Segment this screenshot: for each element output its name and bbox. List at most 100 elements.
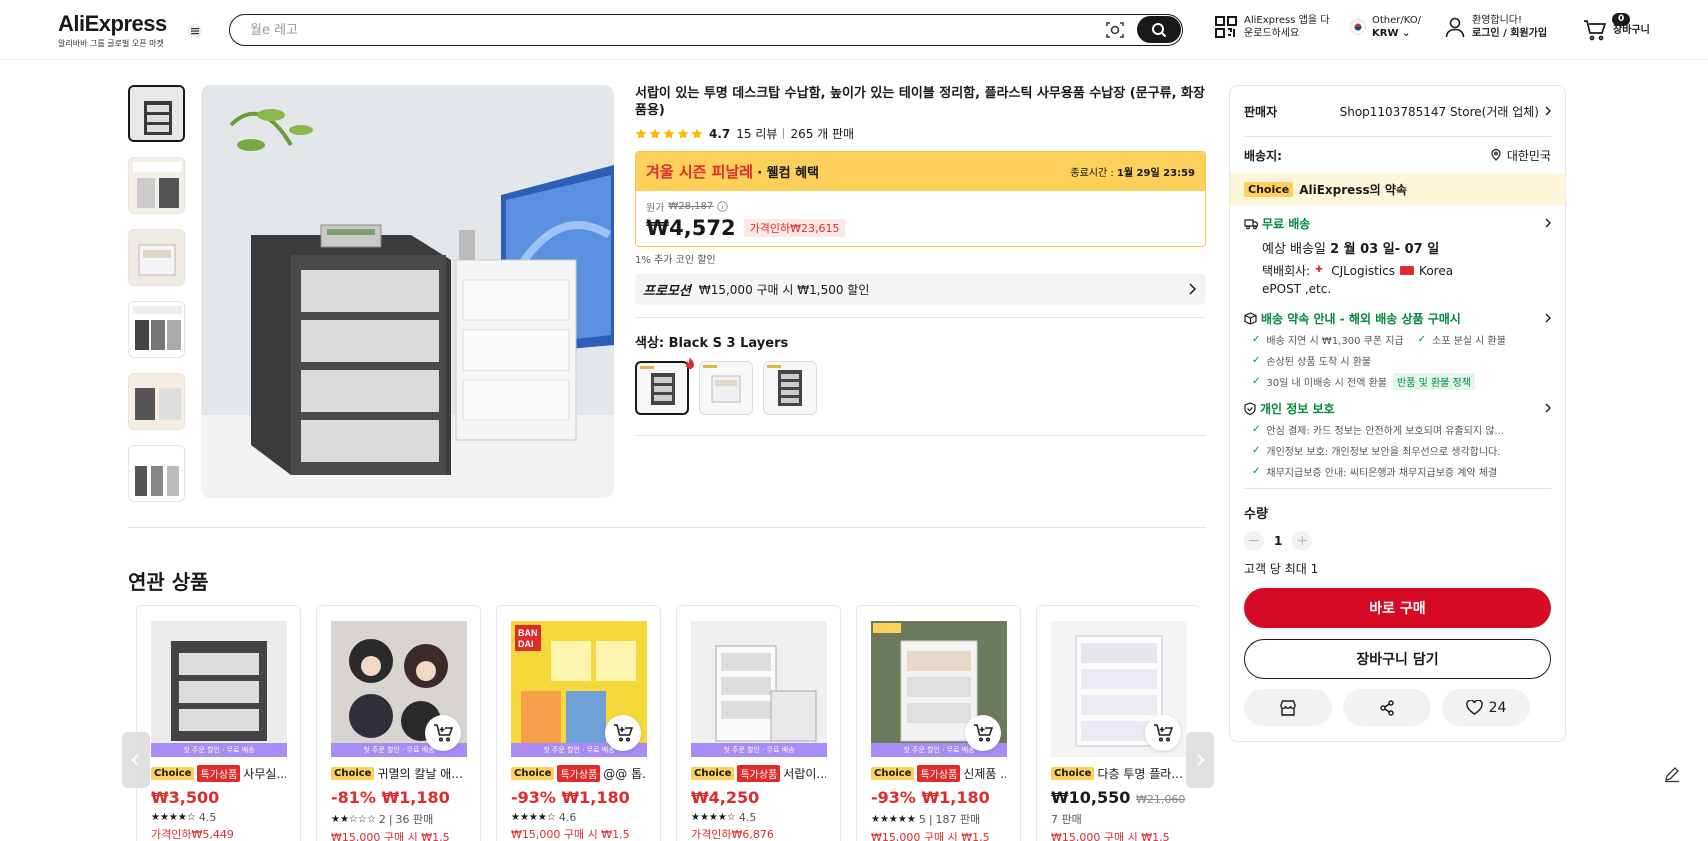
- star-icon: [663, 128, 675, 139]
- thumbnail-6[interactable]: [128, 445, 185, 502]
- product-card[interactable]: BANDAI 첫 주문 할인 · 무료 배송 Choice특가상품@@ 톱...…: [496, 605, 661, 841]
- color-option-white[interactable]: [699, 361, 753, 415]
- add-to-cart-icon-button[interactable]: [965, 715, 1001, 751]
- search-icon: [1152, 22, 1167, 37]
- carousel-next-button[interactable]: [1186, 732, 1214, 788]
- chevron-right-icon: [1545, 218, 1551, 228]
- store-button[interactable]: [1244, 689, 1332, 726]
- add-to-cart-icon-button[interactable]: [425, 715, 461, 751]
- product-card[interactable]: 첫 주문 할인 · 무료 배송 Choice 귀멸의 칼날 애... -81% ₩…: [316, 605, 481, 841]
- deal-box: 겨울 시즌 피날레 · 웰컴 혜택 종료시간 : 1월 29일 23:59 원가…: [635, 151, 1206, 247]
- divider: [635, 435, 1206, 436]
- card-promo: 가격인하₩5,449: [151, 828, 234, 841]
- ship-to-row[interactable]: 배송지: 대한민국: [1230, 137, 1565, 173]
- account-link[interactable]: 환영합니다! 로그인 / 회원가입: [1444, 14, 1547, 40]
- price-area: 원가 ₩28,187 ₩4,572 가격인하₩23,615: [636, 191, 1205, 246]
- thumbnail-5[interactable]: [128, 373, 185, 430]
- choice-tag: Choice: [511, 767, 555, 780]
- card-band: 첫 주문 할인 · 무료 배송: [691, 743, 827, 757]
- aliexpress-logo[interactable]: AliExpress 알리바바 그룹 글로벌 오픈 마켓: [58, 11, 167, 49]
- add-to-cart-button[interactable]: 장바구니 담기: [1244, 639, 1551, 679]
- seller-row[interactable]: 판매자 Shop1103785147 Store(거래 업체): [1230, 86, 1565, 136]
- product-card[interactable]: 첫 주문 할인 · 무료 배송 Choice특가상품신제품 ... -93% ₩…: [856, 605, 1021, 841]
- privacy-item: ✓ 채무지급보증 안내: 씨티은행과 채무지급보증 계약 체결: [1252, 466, 1498, 479]
- card-stars: ★★★★☆: [511, 812, 556, 823]
- related-products-carousel: 첫 주문 할인 · 무료 배송 Choice 특가상품 사무실... ₩3,500 …: [136, 605, 1199, 841]
- region-selector[interactable]: Other/KO/KRW ⌄: [1350, 14, 1421, 40]
- deal-header: 겨울 시즌 피날레 · 웰컴 혜택 종료시간 : 1월 29일 23:59: [636, 152, 1205, 191]
- card-sold: 36 판매: [395, 813, 434, 826]
- korea-post-icon: [1400, 266, 1415, 275]
- refund-policy-link[interactable]: 반품 및 환불 정책: [1393, 373, 1475, 390]
- ship-to-country: 대한민국: [1506, 148, 1551, 163]
- thumbnail-3[interactable]: [128, 229, 185, 286]
- heart-icon: [1465, 700, 1483, 715]
- promotion-bar[interactable]: 프로모션 ₩15,000 구매 시 ₩1,500 할인: [635, 274, 1206, 305]
- card-rating: 2: [378, 812, 386, 826]
- card-price: ₩3,500: [151, 788, 220, 807]
- promise-item: ✓ 30일 내 미배송 시 전액 환불 반품 및 환불 정책: [1230, 371, 1565, 392]
- cart-icon: [1584, 20, 1607, 41]
- feedback-edit-icon[interactable]: [1663, 765, 1681, 783]
- coin-discount-note: 1% 추가 코인 할인: [635, 255, 716, 266]
- add-to-cart-icon-button[interactable]: [1145, 715, 1181, 751]
- main-product-image[interactable]: [201, 85, 614, 498]
- thumbnail-2[interactable]: [128, 157, 185, 214]
- logo-subtitle: 알리바바 그룹 글로벌 오픈 마켓: [58, 39, 164, 48]
- choice-tag: Choice: [871, 767, 915, 780]
- card-name: 사무실...: [243, 767, 286, 781]
- product-card-image: [1051, 621, 1187, 757]
- delivery-promise-section[interactable]: 배송 약속 안내 - 해외 배송 상품 구매시: [1230, 310, 1565, 327]
- product-title: 서랍이 있는 투명 데스크탑 수납함, 높이가 있는 테이블 정리함, 플라스틱…: [635, 86, 1205, 118]
- quantity-stepper: − 1 +: [1230, 531, 1565, 551]
- image-search-icon[interactable]: [1105, 20, 1125, 40]
- divider: [1244, 488, 1551, 489]
- color-option-black-l[interactable]: [763, 361, 817, 415]
- carrier-more: ePOST ,etc.: [1262, 282, 1332, 296]
- check-icon: ✓: [1252, 376, 1261, 387]
- privacy-section[interactable]: 개인 정보 보호: [1230, 400, 1565, 417]
- product-card[interactable]: 첫 주문 할인 · 무료 배송 Choice 특가상품 사무실... ₩3,500 …: [136, 605, 301, 841]
- free-shipping-section[interactable]: 무료 배송 예상 배송일 2 월 03 일- 07 일 택배회사: ✚ CJLo…: [1230, 215, 1565, 296]
- wishlist-button[interactable]: 24: [1442, 689, 1530, 726]
- menu-icon[interactable]: [187, 23, 203, 39]
- svg-text:BAN: BAN: [518, 628, 538, 638]
- choice-tag: Choice: [331, 767, 375, 780]
- share-button[interactable]: [1343, 689, 1431, 726]
- quantity-value[interactable]: 1: [1274, 534, 1282, 548]
- info-icon[interactable]: [717, 201, 729, 212]
- carousel-prev-button[interactable]: [122, 732, 150, 788]
- shield-check-icon: [1244, 402, 1256, 415]
- card-price: ₩10,550 ₩21,060: [1051, 788, 1186, 807]
- app-line2: 운로드하세요: [1244, 28, 1300, 39]
- location-pin-icon: [1491, 149, 1501, 161]
- product-card[interactable]: 첫 주문 할인 · 무료 배송 Choice 특가상품 서랍이... ₩4,250 …: [676, 605, 841, 841]
- check-icon: ✓: [1252, 355, 1261, 366]
- search-input[interactable]: [250, 20, 1070, 40]
- card-stars: ★★★★★: [871, 813, 916, 825]
- thumbnail-1[interactable]: [128, 85, 185, 142]
- product-card[interactable]: Choice 다층 투명 플라... ₩10,550 ₩21,060 7 판매 ₩…: [1036, 605, 1199, 841]
- choice-promise-bar: Choice AliExpress의 약속: [1230, 173, 1565, 205]
- add-to-cart-icon-button[interactable]: [605, 715, 641, 751]
- card-rating: 4.5: [198, 811, 217, 824]
- user-icon: [1445, 17, 1465, 38]
- thumbnail-4[interactable]: [128, 301, 185, 358]
- thumbnail-list: [128, 85, 188, 517]
- card-stars: ★★★★☆: [151, 812, 196, 823]
- card-price: ₩4,250: [691, 788, 760, 807]
- cart-plus-icon: [434, 724, 453, 742]
- quantity-increase-button[interactable]: +: [1292, 531, 1313, 551]
- search-button[interactable]: [1137, 16, 1181, 43]
- quantity-decrease-button[interactable]: −: [1244, 531, 1264, 551]
- app-download-link[interactable]: AliExpress 앱을 다 운로드하세요: [1214, 14, 1329, 40]
- deal-end-time: 종료시간 : 1월 29일 23:59: [1070, 168, 1195, 179]
- product-card-image: BAN DAI 첫 주문 할인 · 무료 배송: [511, 621, 647, 757]
- buy-now-button[interactable]: 바로 구매: [1244, 588, 1551, 628]
- color-option-black-s-3[interactable]: [635, 361, 689, 415]
- card-stars: ★★☆☆☆: [331, 813, 376, 825]
- quantity-label: 수량: [1244, 507, 1268, 522]
- rating-row[interactable]: 4.7 15 리뷰 265 개 판매: [635, 125, 1206, 142]
- discount-tag: 가격인하₩23,615: [743, 219, 846, 237]
- choice-promise-text: AliExpress의 약속: [1299, 182, 1407, 197]
